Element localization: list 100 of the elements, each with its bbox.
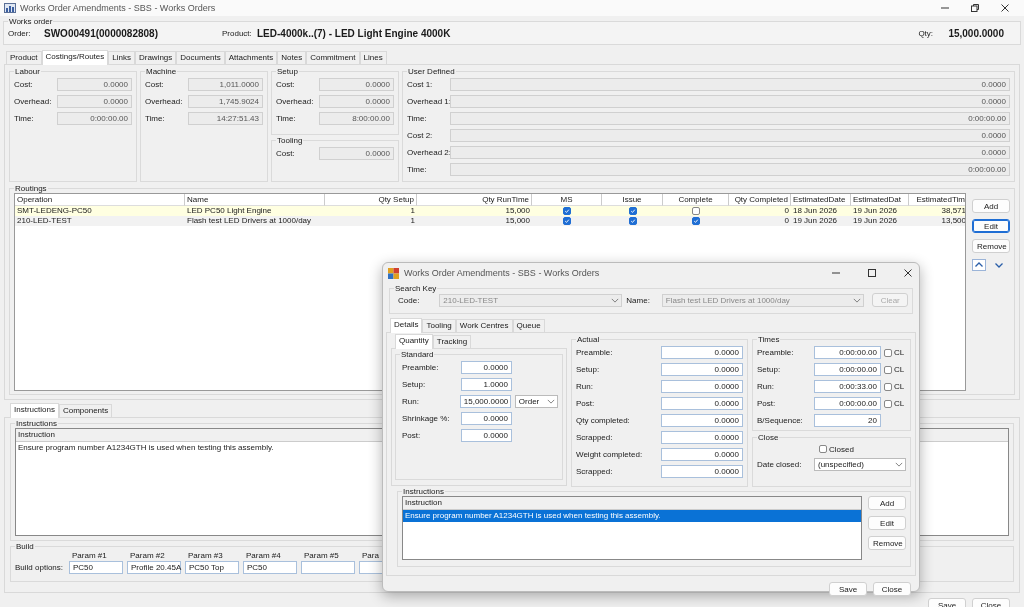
up-arrow-icon[interactable] bbox=[972, 259, 986, 271]
input-field[interactable]: 0.0000 bbox=[661, 414, 743, 427]
input-field[interactable]: 15,000.0000 bbox=[459, 395, 511, 408]
input-field[interactable]: 0.0000 bbox=[319, 147, 394, 160]
column-header[interactable]: MS bbox=[532, 194, 602, 206]
input-field[interactable]: 20 bbox=[814, 414, 881, 427]
input-field[interactable]: 0.0000 bbox=[319, 78, 394, 91]
input-field[interactable]: 0:00:00.00 bbox=[814, 397, 881, 410]
input-field[interactable]: PC50 bbox=[243, 561, 297, 574]
input-field[interactable]: 0.0000 bbox=[450, 146, 1010, 159]
checkbox[interactable] bbox=[563, 217, 571, 225]
input-field[interactable]: 0.0000 bbox=[661, 397, 743, 410]
input-field[interactable]: Profile 20.45A bbox=[127, 561, 181, 574]
checkbox[interactable] bbox=[884, 399, 892, 408]
column-header[interactable]: Issue bbox=[602, 194, 663, 206]
footer-button[interactable]: Save bbox=[928, 598, 966, 607]
tab[interactable]: Tooling bbox=[422, 319, 456, 332]
input-field[interactable]: PC50 bbox=[69, 561, 123, 574]
tab[interactable]: Quantity bbox=[395, 334, 433, 349]
tab[interactable]: Links bbox=[108, 51, 135, 64]
instruction-button[interactable]: Remove bbox=[868, 536, 906, 550]
table-row[interactable]: 210-LED-TEST Flash test LED Drivers at 1000/day 1 15,000 0 19 Jun 2026 19 Jun 2026 13,500 bbox=[15, 216, 965, 226]
checkbox[interactable] bbox=[884, 365, 892, 374]
input-field[interactable]: 0:00:00.00 bbox=[450, 112, 1010, 125]
input-field[interactable]: 1.0000 bbox=[461, 378, 512, 391]
input-field[interactable]: 0:00:00.00 bbox=[814, 346, 881, 359]
routing-button[interactable]: Add bbox=[972, 199, 1010, 213]
column-header[interactable]: EstimatedTim bbox=[909, 194, 965, 206]
tab[interactable]: Commitment bbox=[306, 51, 360, 64]
input-field[interactable]: 14:27:51.43 bbox=[188, 112, 263, 125]
routing-button[interactable]: Remove bbox=[972, 239, 1010, 253]
column-header[interactable]: Qty Setup bbox=[325, 194, 417, 206]
input-field[interactable]: 8:00:00.00 bbox=[319, 112, 394, 125]
tab[interactable]: Tracking bbox=[432, 335, 472, 348]
column-header[interactable]: Complete bbox=[663, 194, 729, 206]
tab[interactable]: Details bbox=[390, 318, 423, 333]
input-field[interactable]: 0.0000 bbox=[450, 78, 1010, 91]
dialog-button[interactable]: Save bbox=[829, 582, 867, 596]
input-field[interactable]: 0.0000 bbox=[450, 129, 1010, 142]
tab[interactable]: Queue bbox=[512, 319, 545, 332]
input-field[interactable]: 0:00:00.00 bbox=[450, 163, 1010, 176]
checkbox[interactable] bbox=[692, 217, 700, 225]
input-field[interactable]: 0.0000 bbox=[661, 465, 743, 478]
unit-dropdown[interactable]: Order bbox=[514, 395, 558, 408]
tab[interactable]: Drawings bbox=[134, 51, 177, 64]
column-header[interactable]: EstimatedDat bbox=[851, 194, 909, 206]
input-field[interactable]: 0.0000 bbox=[319, 95, 394, 108]
checkbox[interactable] bbox=[628, 217, 637, 225]
input-field[interactable]: 0.0000 bbox=[661, 380, 743, 393]
routing-button[interactable]: Edit bbox=[972, 219, 1010, 233]
input-field[interactable]: PC50 Top bbox=[185, 561, 239, 574]
input-field[interactable]: 0.0000 bbox=[461, 412, 512, 425]
input-field[interactable]: 0:00:33.00 bbox=[814, 380, 881, 393]
instruction-button[interactable]: Edit bbox=[868, 516, 906, 530]
input-field[interactable]: 0.0000 bbox=[461, 361, 512, 374]
tab[interactable]: Documents bbox=[176, 51, 225, 64]
checkbox[interactable] bbox=[884, 348, 892, 357]
tab[interactable]: Work Centres bbox=[455, 319, 513, 332]
tab[interactable]: Product bbox=[6, 51, 42, 64]
close-icon[interactable] bbox=[1000, 3, 1010, 13]
footer-button[interactable]: Close bbox=[972, 598, 1010, 607]
checkbox[interactable] bbox=[884, 382, 892, 391]
input-field[interactable]: 0:00:00.00 bbox=[814, 363, 881, 376]
checkbox[interactable] bbox=[819, 445, 827, 453]
table-row[interactable]: SMT-LEDENG-PC50 LED PC50 Light Engine 1 15,000 0 18 Jun 2026 19 Jun 2026 38,571 bbox=[15, 206, 965, 216]
column-header[interactable]: Instruction bbox=[403, 497, 861, 510]
restore-icon[interactable] bbox=[970, 3, 980, 13]
input-field[interactable]: 0.0000 bbox=[661, 363, 743, 376]
column-header[interactable]: EstimatedDate bbox=[791, 194, 851, 206]
input-field[interactable]: 1,011.0000 bbox=[188, 78, 263, 91]
checkbox[interactable] bbox=[628, 207, 637, 215]
input-field[interactable] bbox=[301, 561, 355, 574]
column-header[interactable]: Operation bbox=[15, 194, 185, 206]
field-label: Scrapped: bbox=[576, 433, 614, 442]
instruction-button[interactable]: Add bbox=[868, 496, 906, 510]
input-field[interactable]: 0.0000 bbox=[661, 448, 743, 461]
input-field[interactable]: 0:00:00.00 bbox=[57, 112, 132, 125]
tab[interactable]: Attachments bbox=[224, 51, 278, 64]
checkbox[interactable] bbox=[563, 207, 571, 215]
input-field[interactable]: 0.0000 bbox=[661, 346, 743, 359]
column-header[interactable]: Qty Completed bbox=[729, 194, 791, 206]
tab[interactable]: Notes bbox=[277, 51, 307, 64]
close-icon[interactable] bbox=[903, 268, 913, 278]
tab[interactable]: Lines bbox=[359, 51, 387, 64]
tab[interactable]: Costings/Routes bbox=[41, 50, 109, 65]
dialog-button[interactable]: Close bbox=[873, 582, 911, 596]
input-field[interactable]: 0.0000 bbox=[57, 95, 132, 108]
maximize-icon[interactable] bbox=[867, 268, 877, 278]
input-field[interactable]: 1,745.9024 bbox=[188, 95, 263, 108]
tab[interactable]: Components bbox=[58, 404, 113, 417]
checkbox[interactable] bbox=[692, 207, 700, 215]
list-row[interactable]: Ensure program number A1234GTH is used when testing this assembly. bbox=[403, 510, 861, 522]
date-dropdown[interactable]: (unspecified) bbox=[814, 458, 906, 471]
input-field[interactable]: 0.0000 bbox=[661, 431, 743, 444]
input-field[interactable]: 0.0000 bbox=[57, 78, 132, 91]
column-header[interactable]: Name bbox=[185, 194, 325, 206]
tab[interactable]: Instructions bbox=[10, 403, 59, 418]
input-field[interactable]: 0.0000 bbox=[461, 429, 512, 442]
column-header[interactable]: Qty RunTime bbox=[417, 194, 532, 206]
input-field[interactable]: 0.0000 bbox=[450, 95, 1010, 108]
